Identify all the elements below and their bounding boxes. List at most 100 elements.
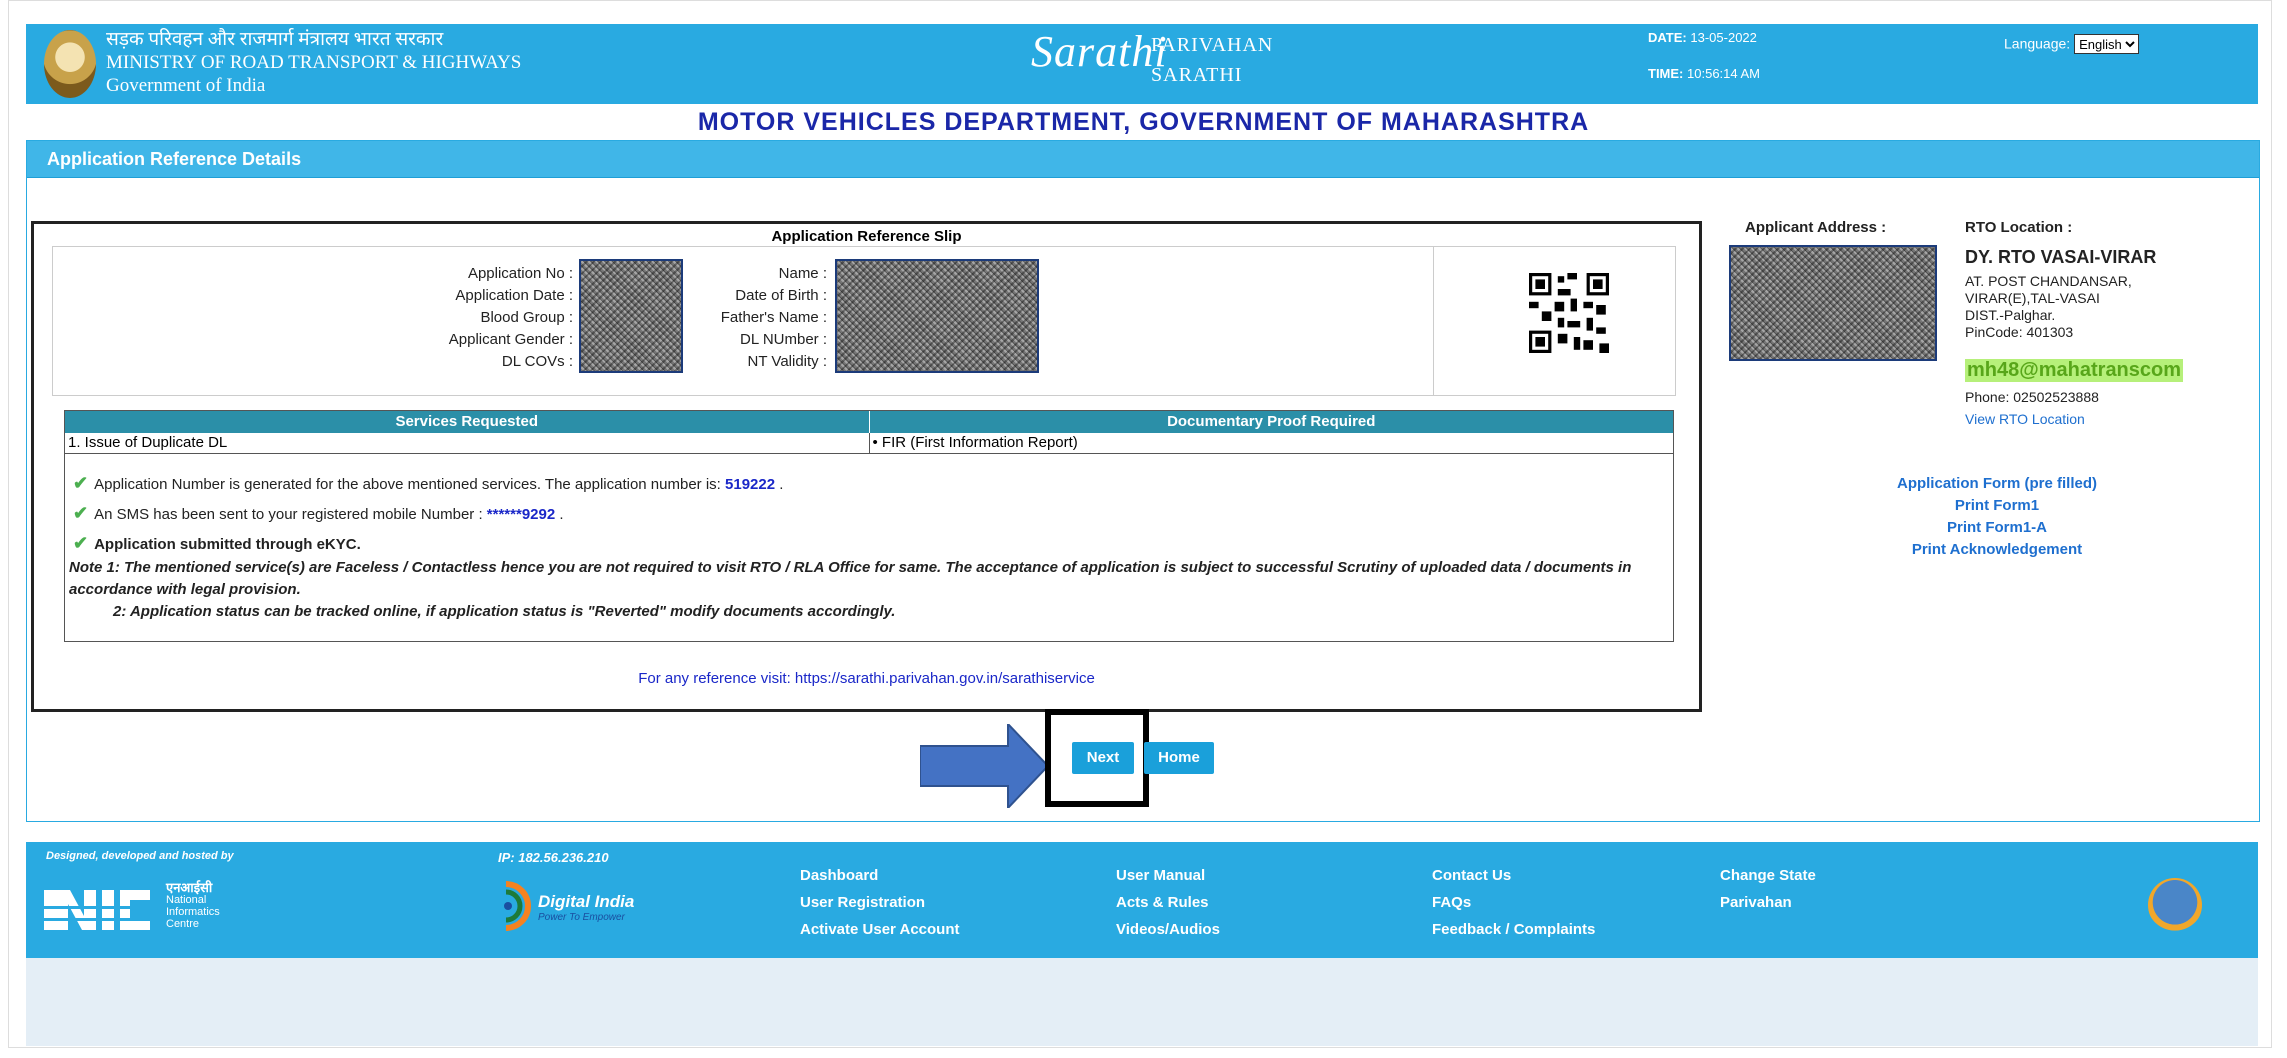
ministry-title: सड़क परिवहन और राजमार्ग मंत्रालय भारत सर…	[106, 28, 521, 97]
bottom-band	[26, 958, 2258, 1046]
site-header: सड़क परिवहन और राजमार्ग मंत्रालय भारत सर…	[26, 24, 2258, 104]
digital-india-icon	[504, 881, 531, 931]
language-select[interactable]: English	[2074, 34, 2140, 54]
panel-title: Application Reference Details	[27, 141, 2259, 178]
view-rto-location-link[interactable]: View RTO Location	[1965, 411, 2085, 427]
footer-link-videos-audios[interactable]: Videos/Audios	[1116, 916, 1220, 943]
rto-pincode: PinCode: 401303	[1965, 324, 2074, 340]
mascot-icon	[2148, 878, 2202, 932]
designed-by-text: Designed, developed and hosted by	[46, 850, 234, 862]
rto-address-line1: AT. POST CHANDANSAR,	[1965, 273, 2132, 289]
site-footer: Designed, developed and hosted by IP: 18…	[26, 842, 2258, 958]
application-date-label: Application Date :	[455, 287, 573, 304]
services-requested-header: Services Requested	[65, 411, 870, 433]
rto-email: mh48@mahatranscom	[1965, 359, 2184, 382]
rto-location-label: RTO Location :	[1965, 219, 2073, 236]
blood-group-label: Blood Group :	[480, 309, 573, 326]
redacted-applicant-address	[1729, 245, 1937, 361]
applicant-gender-label: Applicant Gender :	[448, 331, 573, 348]
footer-column-1: Dashboard User Registration Activate Use…	[800, 862, 960, 943]
time-value: 10:56:14 AM	[1687, 66, 1761, 81]
language-selector: Language: English	[2004, 34, 2140, 54]
rto-name: DY. RTO VASAI-VIRAR	[1965, 247, 2157, 267]
nic-logo: एनआईसी National Informatics Centre	[44, 876, 244, 936]
digital-india-text: Digital India	[538, 892, 635, 911]
proof-cell: • FIR (First Information Report)	[872, 434, 1078, 451]
rto-address-line3: DIST.-Palghar.	[1965, 307, 2056, 323]
message-application-number: ✔ Application Number is generated for the…	[73, 473, 784, 493]
nic-line2: Informatics	[166, 906, 220, 918]
message-ekyc: ✔ Application submitted through eKYC.	[73, 533, 361, 554]
msg3-text: Application submitted through eKYC.	[94, 536, 361, 553]
next-button[interactable]: Next	[1072, 742, 1134, 774]
print-acknowledgement-link[interactable]: Print Acknowledgement	[1847, 539, 2147, 561]
print-form1a-link[interactable]: Print Form1-A	[1847, 517, 2147, 539]
application-form-link[interactable]: Application Form (pre filled)	[1847, 473, 2147, 495]
qr-divider	[1433, 247, 1434, 395]
qr-code-icon	[1529, 273, 1609, 353]
digital-india-tagline: Power To Empower	[538, 912, 625, 923]
reference-visit-link[interactable]: For any reference visit: https://sarathi…	[34, 670, 1699, 687]
footer-link-faqs[interactable]: FAQs	[1432, 889, 1595, 916]
service-cell: 1. Issue of Duplicate DL	[65, 433, 870, 453]
application-no-label: Application No :	[467, 265, 573, 282]
ministry-line1: MINISTRY OF ROAD TRANSPORT & HIGHWAYS	[106, 52, 522, 73]
checkmark-icon: ✔	[73, 473, 89, 493]
footer-link-dashboard[interactable]: Dashboard	[800, 862, 960, 889]
home-button[interactable]: Home	[1144, 742, 1214, 774]
footer-link-feedback[interactable]: Feedback / Complaints	[1432, 916, 1595, 943]
dl-covs-label: DL COVs :	[501, 353, 573, 370]
note-2: 2: Application status can be tracked onl…	[113, 603, 896, 620]
footer-column-3: Contact Us FAQs Feedback / Complaints	[1432, 862, 1595, 943]
mobile-number-value: ******9292	[486, 506, 556, 523]
department-title: MOTOR VEHICLES DEPARTMENT, GOVERNMENT OF…	[697, 108, 1590, 136]
services-table: Services Requested Documentary Proof Req…	[64, 410, 1674, 642]
application-reference-slip: Application Reference Slip Application N…	[31, 221, 1702, 712]
dob-label: Date of Birth :	[735, 287, 827, 304]
right-labels: Name : Date of Birth : Father's Name : D…	[693, 263, 827, 373]
ministry-line2: Government of India	[106, 75, 266, 96]
date-display: DATE: 13-05-2022	[1648, 30, 1757, 45]
print-form1-link[interactable]: Print Form1	[1847, 495, 2147, 517]
name-label: Name :	[778, 265, 827, 282]
footer-link-user-registration[interactable]: User Registration	[800, 889, 960, 916]
sarathi-logo[interactable]: Sarathi PARIVAHAN SARATHI	[1031, 27, 1321, 98]
footer-link-user-manual[interactable]: User Manual	[1116, 862, 1220, 889]
print-links: Application Form (pre filled) Print Form…	[1847, 473, 2147, 561]
slip-title: Application Reference Slip	[771, 228, 962, 245]
nic-line3: Centre	[166, 918, 200, 930]
nt-validity-label: NT Validity :	[747, 353, 827, 370]
date-value: 13-05-2022	[1690, 30, 1757, 45]
footer-column-2: User Manual Acts & Rules Videos/Audios	[1116, 862, 1220, 943]
logo-parivahan: PARIVAHAN	[1151, 34, 1274, 56]
footer-link-acts-rules[interactable]: Acts & Rules	[1116, 889, 1220, 916]
sarathi-logo-text: Sarathi	[1031, 27, 1168, 76]
time-label: TIME:	[1648, 66, 1684, 81]
message-sms: ✔ An SMS has been sent to your registered…	[73, 503, 564, 523]
time-display: TIME: 10:56:14 AM	[1648, 66, 1760, 81]
footer-link-activate-account[interactable]: Activate User Account	[800, 916, 960, 943]
footer-link-contact-us[interactable]: Contact Us	[1432, 862, 1595, 889]
ministry-hindi: सड़क परिवहन और राजमार्ग मंत्रालय भारत सर…	[106, 29, 444, 50]
application-number-value: 519222	[725, 476, 776, 493]
redacted-values-right	[835, 259, 1039, 373]
father-name-label: Father's Name :	[720, 309, 827, 326]
footer-link-change-state[interactable]: Change State	[1720, 862, 1816, 889]
footer-link-parivahan[interactable]: Parivahan	[1720, 889, 1816, 916]
msg2-text: An SMS has been sent to your registered …	[94, 506, 483, 523]
footer-column-4: Change State Parivahan	[1720, 862, 1816, 916]
dl-number-label: DL NUmber :	[740, 331, 827, 348]
nic-name: National Informatics Centre	[166, 894, 220, 930]
rto-address-line2: VIRAR(E),TAL-VASAI	[1965, 290, 2100, 306]
digital-india-logo: Digital India Power To Empower	[486, 878, 666, 938]
nic-logo-icon	[44, 890, 162, 930]
annotation-arrow-icon	[920, 724, 1050, 808]
national-emblem-icon	[44, 30, 96, 98]
ip-address: IP: 182.56.236.210	[498, 850, 609, 865]
checkmark-icon: ✔	[73, 503, 89, 523]
date-label: DATE:	[1648, 30, 1687, 45]
applicant-address-label: Applicant Address :	[1745, 219, 1887, 236]
documentary-proof-header: Documentary Proof Required	[1167, 413, 1376, 430]
rto-address: AT. POST CHANDANSAR, VIRAR(E),TAL-VASAI …	[1965, 273, 2132, 341]
note-1: Note 1: The mentioned service(s) are Fac…	[69, 559, 1632, 598]
